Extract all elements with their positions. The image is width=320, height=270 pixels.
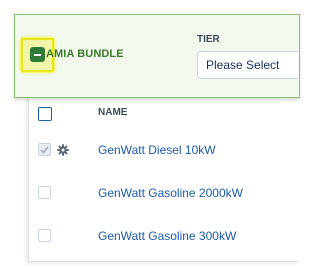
tier-select[interactable]: Please Select xyxy=(197,51,298,79)
bundle-name: AMIA BUNDLE xyxy=(46,48,124,60)
product-link-3[interactable]: GenWatt Gasoline 300kW xyxy=(98,229,236,243)
product-configurator: AMIA BUNDLE TIER Please Select NAME GenW… xyxy=(0,0,300,270)
row-checkbox-2[interactable] xyxy=(38,186,51,199)
collapse-bundle-button[interactable] xyxy=(30,47,45,62)
row-checkbox-3[interactable] xyxy=(38,229,51,242)
minus-square-icon xyxy=(34,53,41,56)
gear-icon[interactable] xyxy=(57,144,69,156)
tier-label: TIER xyxy=(197,34,220,45)
select-all-checkbox[interactable] xyxy=(38,107,52,121)
row-checkbox-1[interactable] xyxy=(38,143,51,156)
column-header-name: NAME xyxy=(98,107,128,118)
product-link-2[interactable]: GenWatt Gasoline 2000kW xyxy=(98,186,243,200)
check-icon xyxy=(40,145,49,154)
product-link-1[interactable]: GenWatt Diesel 10kW xyxy=(98,143,216,157)
